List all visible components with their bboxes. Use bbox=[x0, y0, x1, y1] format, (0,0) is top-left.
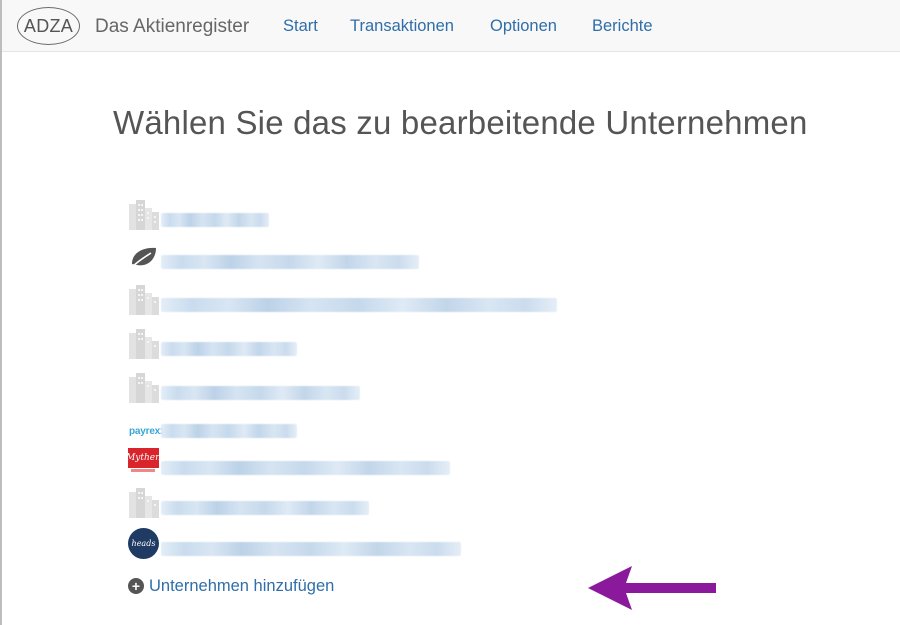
company-name-redacted[interactable] bbox=[161, 255, 419, 269]
company-name-redacted[interactable] bbox=[161, 461, 450, 475]
building-placeholder-icon bbox=[127, 371, 161, 405]
company-list-item[interactable] bbox=[127, 486, 727, 520]
top-navbar: ADZA Das Aktienregister Start Transaktio… bbox=[2, 0, 900, 52]
nav-link-optionen[interactable]: Optionen bbox=[490, 17, 557, 36]
company-list-item[interactable]: Mythen bbox=[126, 446, 727, 480]
annotation-arrow-icon bbox=[588, 566, 716, 610]
add-company-label: Unternehmen hinzufügen bbox=[149, 576, 335, 595]
add-company-link[interactable]: + Unternehmen hinzufügen bbox=[128, 575, 334, 597]
nav-link-transaktionen[interactable]: Transaktionen bbox=[350, 17, 454, 36]
company-list-item[interactable] bbox=[127, 327, 727, 361]
leaf-icon bbox=[127, 240, 161, 274]
nav-link-berichte[interactable]: Berichte bbox=[592, 17, 653, 36]
building-placeholder-icon bbox=[127, 198, 161, 232]
company-list-item[interactable]: payrexx bbox=[127, 409, 727, 443]
payrexx-logo: payrexx bbox=[127, 409, 166, 443]
plus-circle-icon: + bbox=[128, 578, 144, 594]
mythen-logo: Mythen bbox=[126, 446, 161, 480]
payrexx-logo-text: payrexx bbox=[129, 426, 166, 437]
page-title: Wählen Sie das zu bearbeitende Unternehm… bbox=[113, 104, 808, 141]
headquarter-logo: heads bbox=[127, 527, 161, 561]
nav-link-start[interactable]: Start bbox=[283, 17, 318, 36]
company-name-redacted[interactable] bbox=[161, 386, 360, 400]
company-name-redacted[interactable] bbox=[161, 298, 557, 312]
mythen-logo-text: Mythen bbox=[126, 448, 161, 468]
building-placeholder-icon bbox=[127, 486, 161, 520]
company-list-item[interactable] bbox=[127, 283, 727, 317]
company-name-redacted[interactable] bbox=[161, 213, 269, 227]
building-placeholder-icon bbox=[127, 327, 161, 361]
mythen-logo-subline bbox=[131, 469, 155, 472]
company-list-item[interactable]: heads bbox=[127, 527, 727, 561]
company-list-item[interactable] bbox=[127, 240, 727, 274]
building-placeholder-icon bbox=[127, 283, 161, 317]
company-list-item[interactable] bbox=[127, 198, 727, 232]
company-name-redacted[interactable] bbox=[161, 501, 369, 515]
window-frame-left bbox=[0, 0, 2, 625]
company-name-redacted[interactable] bbox=[161, 542, 461, 556]
company-name-redacted[interactable] bbox=[161, 424, 297, 438]
company-list-item[interactable] bbox=[127, 371, 727, 405]
adza-logo[interactable]: ADZA bbox=[17, 7, 80, 45]
headquarter-logo-text: heads bbox=[128, 528, 159, 559]
company-name-redacted[interactable] bbox=[161, 342, 297, 356]
brand-name[interactable]: Das Aktienregister bbox=[95, 16, 249, 38]
